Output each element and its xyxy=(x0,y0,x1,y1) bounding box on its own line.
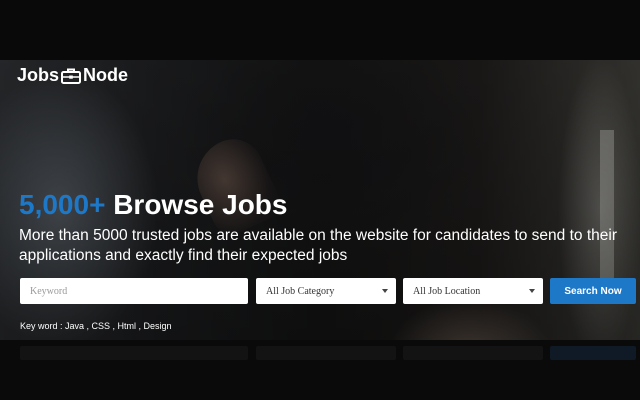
chevron-down-icon xyxy=(529,289,535,293)
briefcase-icon xyxy=(61,68,82,84)
job-location-select[interactable]: All Job Location xyxy=(403,278,543,304)
chevron-down-icon xyxy=(382,289,388,293)
bottom-dark-band xyxy=(0,340,640,400)
top-dark-band xyxy=(0,0,640,60)
search-now-button[interactable]: Search Now xyxy=(550,278,636,304)
ghost-field xyxy=(256,346,396,360)
ghost-field xyxy=(20,346,248,360)
job-search-form: All Job Category All Job Location Search… xyxy=(20,278,636,304)
ghost-field xyxy=(403,346,543,360)
logo-text-jobs: Jobs xyxy=(17,65,60,85)
headline-count: 5,000+ xyxy=(19,189,106,220)
job-location-value: All Job Location xyxy=(413,285,481,297)
hero-subtext: More than 5000 trusted jobs are availabl… xyxy=(19,227,617,264)
job-category-value: All Job Category xyxy=(266,285,335,297)
keyword-input[interactable] xyxy=(20,278,248,304)
job-category-select[interactable]: All Job Category xyxy=(256,278,396,304)
ghost-button xyxy=(550,346,636,360)
hero-headline: 5,000+ Browse Jobs xyxy=(19,187,287,223)
logo-text-node: Node xyxy=(83,65,129,85)
headline-text: Browse Jobs xyxy=(105,189,288,220)
site-logo[interactable]: Jobs Node xyxy=(17,65,128,86)
popular-keywords: Key word : Java , CSS , Html , Design xyxy=(20,321,172,331)
